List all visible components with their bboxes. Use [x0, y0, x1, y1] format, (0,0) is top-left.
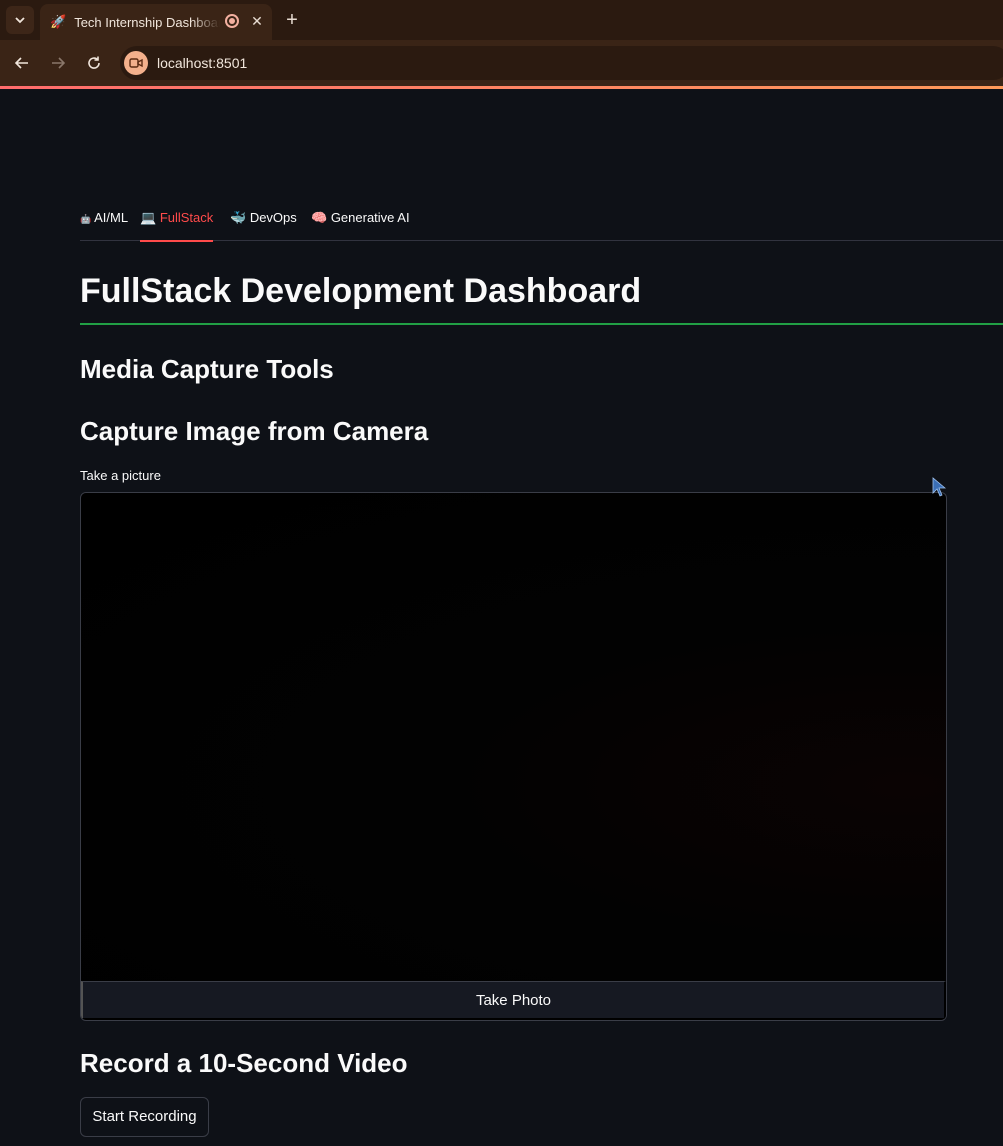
page-title: FullStack Development Dashboard	[80, 272, 642, 310]
new-tab-icon[interactable]: +	[280, 8, 304, 32]
browser-tabstrip: 🚀 Tech Internship Dashboard ✕ +	[0, 0, 1003, 40]
tab-fullstack[interactable]: 💻 FullStack	[140, 205, 214, 242]
app-header-decoration	[0, 86, 1003, 89]
title-divider	[80, 323, 1003, 325]
app-tab-bar: 🤖 AI/ML 💻 FullStack 🐳 DevOps 🧠 Generativ…	[80, 205, 1003, 242]
browser-tab[interactable]: 🚀 Tech Internship Dashboard ✕	[40, 4, 272, 40]
chevron-down-icon	[15, 17, 25, 24]
tab-label: FullStack	[159, 210, 214, 225]
reload-button[interactable]	[82, 51, 106, 75]
camera-in-use-icon[interactable]	[124, 51, 148, 75]
address-bar[interactable]: localhost:8501	[120, 46, 1003, 80]
forward-button[interactable]	[46, 51, 70, 75]
browser-tab-title: Tech Internship Dashboard	[74, 14, 221, 30]
rocket-icon: 🚀	[50, 14, 67, 29]
tab-devops[interactable]: 🐳 DevOps	[230, 205, 297, 241]
close-icon[interactable]: ✕	[248, 12, 266, 30]
video-heading: Record a 10-Second Video	[80, 1048, 408, 1078]
recording-indicator-icon	[225, 14, 239, 28]
whale-icon: 🐳	[230, 210, 247, 225]
take-photo-button[interactable]: Take Photo	[81, 981, 946, 1020]
start-recording-button[interactable]: Start Recording	[80, 1097, 209, 1137]
robot-icon: 🤖	[80, 214, 92, 224]
laptop-icon: 💻	[140, 210, 157, 225]
browser-toolbar: localhost:8501	[0, 40, 1003, 86]
tab-label: Generative AI	[330, 210, 410, 225]
tab-label: DevOps	[249, 210, 297, 225]
camera-input: Take Photo	[80, 492, 947, 1021]
section-heading-media-capture: Media Capture Tools	[80, 354, 334, 384]
camera-heading: Capture Image from Camera	[80, 416, 429, 446]
reload-icon	[88, 56, 100, 69]
tab-search-button[interactable]	[6, 6, 34, 34]
tab-ai-ml[interactable]: 🤖 AI/ML	[80, 205, 128, 241]
url-text: localhost:8501	[157, 55, 248, 71]
tab-generative-ai[interactable]: 🧠 Generative AI	[311, 205, 410, 241]
arrow-right-icon	[52, 57, 66, 69]
brain-icon: 🧠	[311, 210, 328, 225]
arrow-left-icon	[14, 57, 28, 69]
camera-preview	[81, 493, 946, 981]
camera-input-label: Take a picture	[80, 468, 161, 483]
mouse-cursor-icon	[932, 477, 946, 497]
back-button[interactable]	[10, 51, 34, 75]
tab-label: AI/ML	[94, 210, 129, 225]
